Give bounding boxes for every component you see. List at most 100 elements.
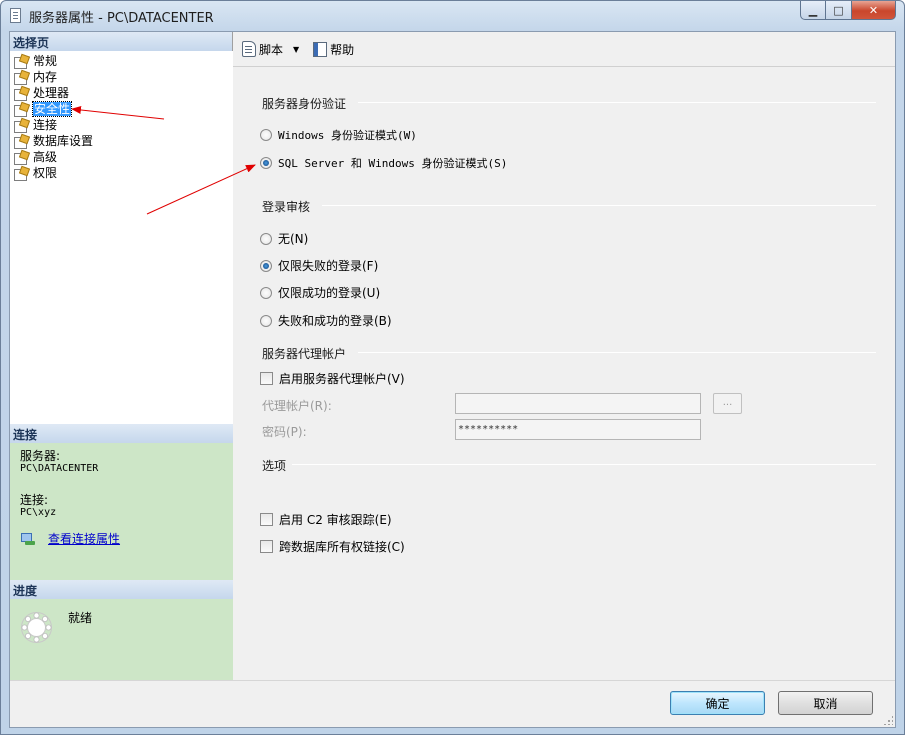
section-divider: [358, 102, 876, 103]
script-button[interactable]: 脚本 ▼: [239, 38, 308, 60]
progress-panel: 就绪: [10, 599, 233, 680]
ok-button[interactable]: 确定: [670, 691, 765, 715]
c2-audit-checkbox[interactable]: [260, 513, 273, 526]
connection-panel: 服务器: PC\DATACENTER 连接: PC\xyz 查看连接属性: [10, 443, 233, 580]
section-divider: [292, 464, 876, 465]
window-controls: ▁ □ ✕: [800, 1, 896, 21]
radio-button-checked[interactable]: [260, 259, 272, 272]
option-label: Windows 身份验证模式(W): [278, 129, 417, 142]
chevron-down-icon[interactable]: ▼: [293, 45, 299, 54]
radio-button[interactable]: [260, 232, 272, 245]
page-item-advanced[interactable]: 高级: [10, 149, 233, 165]
option-label: 启用 C2 审核跟踪(E): [279, 513, 392, 527]
minimize-button[interactable]: ▁: [800, 1, 826, 20]
radio-windows-auth[interactable]: Windows 身份验证模式(W): [260, 127, 417, 143]
resize-grip-icon[interactable]: [883, 715, 893, 725]
page-item-label: 连接: [33, 118, 58, 132]
page-item-label: 高级: [33, 150, 58, 164]
c2-audit-checkbox-row[interactable]: 启用 C2 审核跟踪(E): [260, 511, 392, 528]
page-item-processors[interactable]: 处理器: [10, 85, 233, 101]
cross-db-chaining-checkbox-row[interactable]: 跨数据库所有权链接(C): [260, 538, 405, 555]
proxy-account-field[interactable]: [455, 393, 701, 414]
enable-proxy-checkbox-row[interactable]: 启用服务器代理帐户(V): [260, 370, 405, 387]
help-book-icon: [313, 41, 328, 57]
maximize-button[interactable]: □: [826, 1, 852, 20]
page-item-memory[interactable]: 内存: [10, 69, 233, 85]
dialog-client-area: 选择页 常规 内存 处理器 安全性 连接 数据库设置 高级 权限 连接 服务器:…: [9, 31, 896, 728]
page-item-label: 安全性: [31, 101, 73, 117]
page-item-permissions[interactable]: 权限: [10, 165, 233, 181]
server-value: PC\DATACENTER: [20, 463, 99, 474]
radio-mixed-auth[interactable]: SQL Server 和 Windows 身份验证模式(S): [260, 155, 507, 171]
page-item-label: 常规: [33, 54, 58, 68]
section-divider: [322, 205, 876, 206]
select-page-header: 选择页: [10, 32, 232, 51]
radio-audit-successful[interactable]: 仅限成功的登录(U): [260, 284, 380, 301]
section-title-options: 选项: [262, 459, 287, 473]
wrench-page-icon: [14, 167, 28, 181]
proxy-account-label: 代理帐户(R):: [262, 399, 332, 413]
left-pane: 选择页 常规 内存 处理器 安全性 连接 数据库设置 高级 权限 连接 服务器:…: [10, 32, 233, 680]
script-label: 脚本: [259, 42, 284, 57]
page-item-label: 内存: [33, 70, 58, 84]
cross-db-chaining-checkbox[interactable]: [260, 540, 273, 553]
connection-caption: 连接:: [20, 493, 49, 507]
page-item-label: 权限: [33, 166, 58, 180]
help-button[interactable]: 帮助: [310, 38, 357, 60]
dialog-window: 服务器属性 - PC\DATACENTER ▁ □ ✕ 选择页 常规 内存 处理…: [0, 0, 905, 735]
wrench-page-icon: [14, 87, 28, 101]
progress-status: 就绪: [68, 611, 93, 625]
wrench-page-icon: [14, 71, 28, 85]
password-label: 密码(P):: [262, 425, 307, 439]
section-divider: [358, 352, 876, 353]
wrench-page-icon: [14, 55, 28, 69]
page-item-database-settings[interactable]: 数据库设置: [10, 133, 233, 149]
enable-proxy-checkbox[interactable]: [260, 372, 273, 385]
radio-button[interactable]: [260, 314, 272, 327]
connection-header: 连接: [10, 424, 233, 443]
progress-header: 进度: [10, 580, 233, 599]
help-label: 帮助: [330, 42, 355, 57]
radio-audit-both[interactable]: 失败和成功的登录(B): [260, 312, 392, 329]
page-item-connections[interactable]: 连接: [10, 117, 233, 133]
section-title-server-auth: 服务器身份验证: [262, 97, 347, 111]
option-label: 跨数据库所有权链接(C): [279, 540, 405, 554]
dialog-button-bar: 确定 取消: [10, 680, 895, 727]
connection-properties-icon: [20, 532, 36, 546]
server-caption: 服务器:: [20, 449, 61, 463]
radio-audit-failed[interactable]: 仅限失败的登录(F): [260, 257, 378, 274]
page-item-general[interactable]: 常规: [10, 53, 233, 69]
document-icon: [10, 8, 21, 23]
radio-button[interactable]: [260, 129, 272, 141]
wrench-page-icon: [14, 103, 28, 117]
section-title-proxy-account: 服务器代理帐户: [262, 347, 347, 361]
view-connection-properties-row[interactable]: 查看连接属性: [20, 532, 233, 546]
close-button[interactable]: ✕: [852, 1, 896, 20]
cancel-button[interactable]: 取消: [778, 691, 873, 715]
browse-proxy-button[interactable]: ...: [713, 393, 742, 414]
right-pane: 脚本 ▼ 帮助 服务器身份验证 Windows 身份验证模式(W) SQL Se…: [233, 32, 895, 680]
section-title-login-audit: 登录审核: [262, 200, 311, 214]
view-connection-properties-link[interactable]: 查看连接属性: [48, 533, 120, 545]
page-list: 常规 内存 处理器 安全性 连接 数据库设置 高级 权限: [10, 51, 233, 424]
radio-audit-none[interactable]: 无(N): [260, 230, 308, 247]
radio-button-checked[interactable]: [260, 157, 272, 169]
page-item-label: 数据库设置: [33, 134, 94, 148]
option-label: 失败和成功的登录(B): [278, 314, 392, 328]
progress-spinner-icon: [21, 612, 52, 643]
option-label: 仅限成功的登录(U): [278, 286, 381, 300]
toolbar: 脚本 ▼ 帮助: [233, 32, 895, 67]
password-field[interactable]: **********: [455, 419, 701, 440]
option-label: SQL Server 和 Windows 身份验证模式(S): [278, 157, 508, 170]
option-label: 无(N): [278, 232, 309, 246]
wrench-page-icon: [14, 119, 28, 133]
option-label: 仅限失败的登录(F): [278, 259, 379, 273]
option-label: 启用服务器代理帐户(V): [279, 372, 405, 386]
page-item-security[interactable]: 安全性: [10, 101, 233, 117]
wrench-page-icon: [14, 135, 28, 149]
window-title: 服务器属性 - PC\DATACENTER: [29, 11, 214, 26]
page-item-label: 处理器: [33, 86, 70, 100]
wrench-page-icon: [14, 151, 28, 165]
title-bar[interactable]: 服务器属性 - PC\DATACENTER ▁ □ ✕: [1, 1, 904, 31]
radio-button[interactable]: [260, 286, 272, 299]
